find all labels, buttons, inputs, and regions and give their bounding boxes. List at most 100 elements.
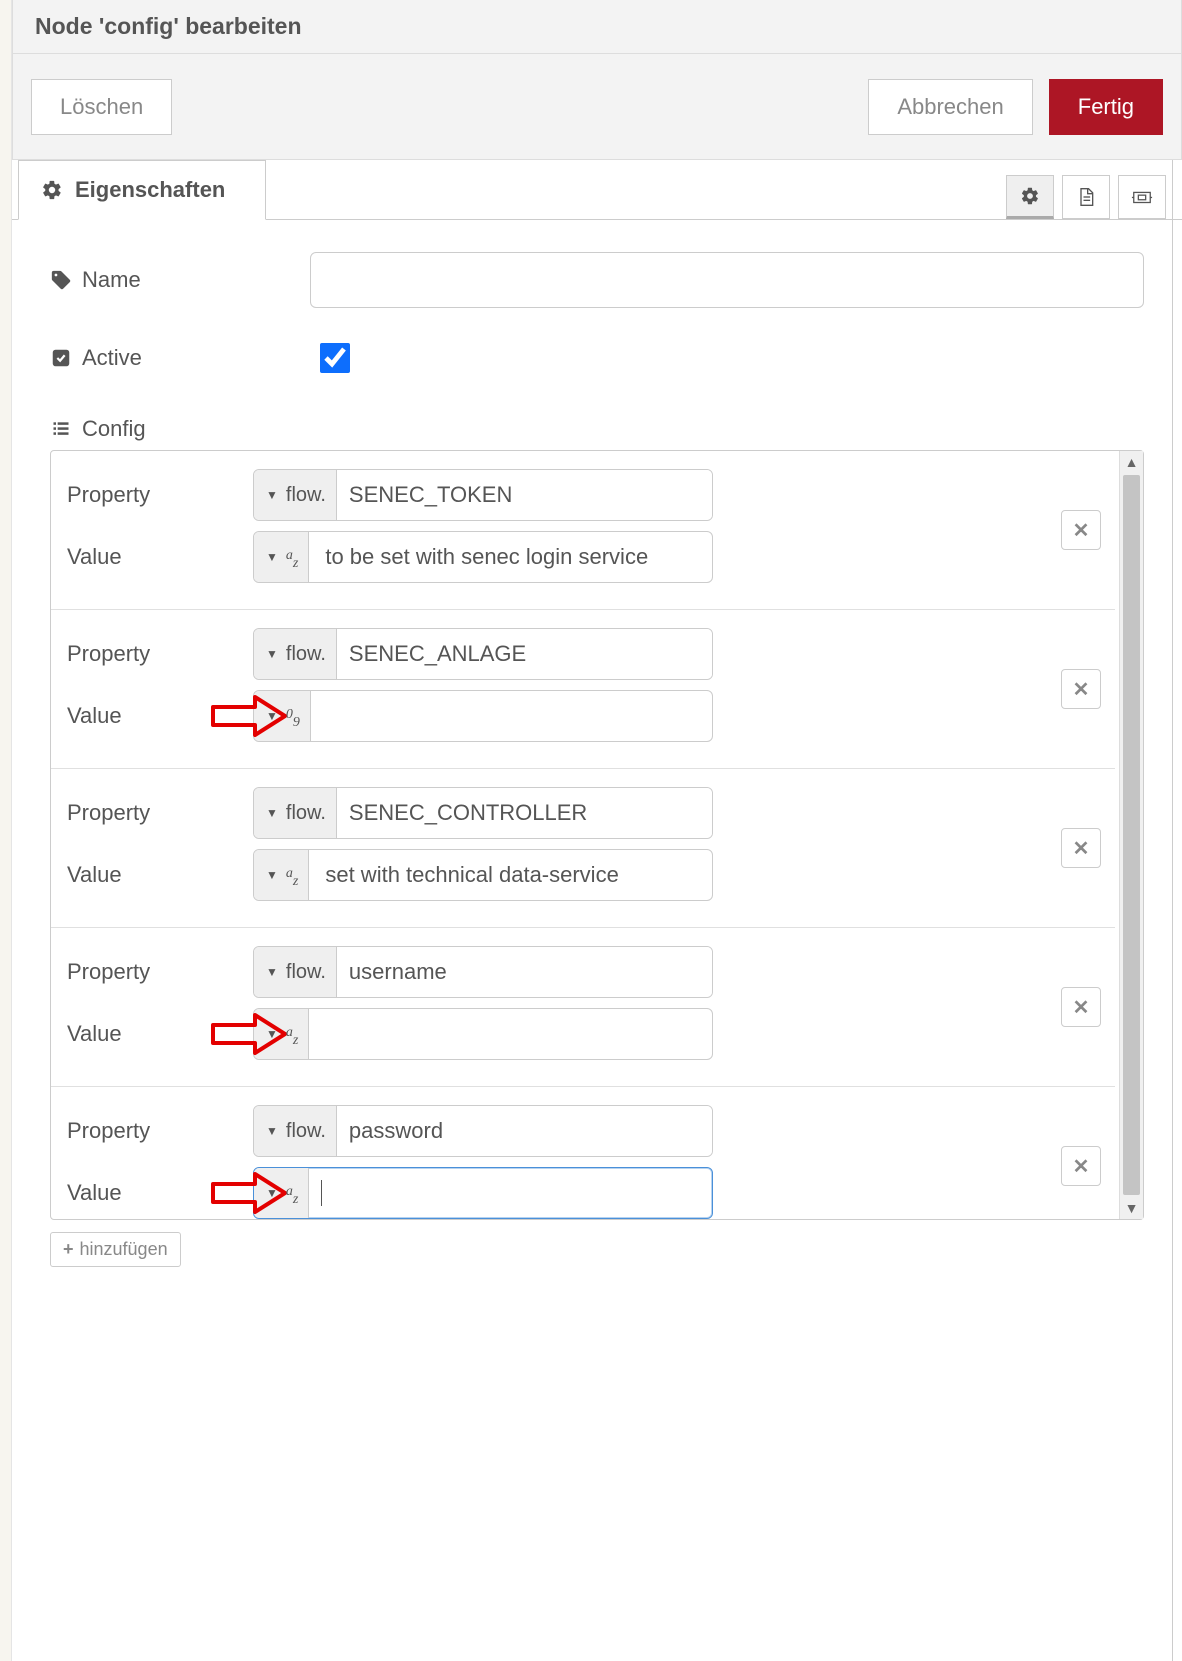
delete-button-label: Löschen [60, 94, 143, 120]
property-type-selector[interactable]: ▼ flow. [254, 947, 337, 997]
number-type-icon: 09 [286, 706, 300, 727]
value-type-selector[interactable]: ▼ az [254, 532, 309, 582]
close-icon: ✕ [1073, 677, 1090, 702]
value-type-selector[interactable]: ▼ az [254, 850, 309, 900]
caret-down-icon: ▼ [266, 550, 278, 564]
property-name-input[interactable] [337, 629, 712, 679]
edit-appearance-button[interactable] [1118, 175, 1166, 219]
property-typed-input[interactable]: ▼ flow. [253, 946, 713, 998]
tray-resize-handle[interactable] [1172, 0, 1182, 1661]
string-type-icon: az [286, 1183, 298, 1204]
scroll-thumb[interactable] [1123, 475, 1140, 1195]
property-label: Property [63, 1118, 253, 1144]
value-input-wrapper[interactable] [309, 1180, 712, 1206]
string-type-icon: az [286, 865, 298, 886]
property-scope-label: flow. [286, 484, 326, 507]
value-row: Value ▼ az [63, 847, 1103, 903]
property-scope-label: flow. [286, 802, 326, 825]
property-row: Property▼flow. [63, 467, 1103, 523]
tab-properties[interactable]: Eigenschaften [18, 160, 266, 220]
done-button-label: Fertig [1078, 94, 1134, 120]
value-typed-input[interactable]: ▼ az [253, 531, 713, 583]
value-typed-input[interactable]: ▼09 [253, 690, 713, 742]
value-label: Value [63, 1021, 253, 1047]
config-item: Property▼flow.Value▼09✕ [51, 610, 1115, 769]
edit-form: Name Active Confi [12, 222, 1172, 1661]
tray-title: Node 'config' bearbeiten [35, 13, 302, 40]
tray-titlebar: Node 'config' bearbeiten [12, 0, 1182, 54]
property-name-input[interactable] [337, 1106, 712, 1156]
value-label: Value [63, 703, 253, 729]
property-type-selector[interactable]: ▼flow. [254, 1106, 337, 1156]
name-input[interactable] [310, 252, 1144, 308]
label-active-text: Active [82, 345, 142, 371]
remove-item-button[interactable]: ✕ [1061, 510, 1101, 550]
tab-properties-label: Eigenschaften [75, 177, 225, 203]
property-name-input[interactable] [337, 947, 712, 997]
string-type-icon: az [286, 547, 298, 568]
gear-icon [41, 179, 63, 201]
caret-down-icon: ▼ [266, 868, 278, 882]
plus-icon: + [63, 1239, 74, 1260]
property-typed-input[interactable]: ▼flow. [253, 628, 713, 680]
value-row: Value ▼ az [63, 529, 1103, 585]
remove-item-button[interactable]: ✕ [1061, 828, 1101, 868]
value-label: Value [63, 862, 253, 888]
property-name-input[interactable] [337, 788, 712, 838]
close-icon: ✕ [1073, 1154, 1090, 1179]
remove-item-button[interactable]: ✕ [1061, 669, 1101, 709]
value-label: Value [63, 1180, 253, 1206]
remove-item-button[interactable]: ✕ [1061, 1146, 1101, 1186]
config-item: Property▼flow.Value▼az✕ [51, 1087, 1115, 1219]
edit-description-button[interactable] [1062, 175, 1110, 219]
label-config-text: Config [82, 416, 146, 442]
caret-down-icon: ▼ [266, 1124, 278, 1138]
property-type-selector[interactable]: ▼flow. [254, 470, 337, 520]
value-row: Value▼09 [63, 688, 1103, 744]
property-type-selector[interactable]: ▼flow. [254, 629, 337, 679]
property-label: Property [63, 641, 253, 667]
label-active: Active [50, 345, 310, 371]
value-input[interactable] [321, 1021, 700, 1047]
value-input[interactable] [322, 1180, 700, 1206]
property-scope-label: flow. [286, 643, 326, 666]
cancel-button[interactable]: Abbrechen [868, 79, 1032, 135]
red-arrow-icon [209, 1170, 289, 1216]
config-item: Property▼flow.Value▼az✕ [51, 928, 1115, 1087]
value-typed-input[interactable]: ▼az [253, 1008, 713, 1060]
red-arrow-icon [209, 1011, 289, 1057]
value-typed-input[interactable]: ▼ az [253, 849, 713, 901]
property-scope-label: flow. [286, 961, 326, 984]
value-input-wrapper[interactable] [309, 1021, 712, 1047]
property-typed-input[interactable]: ▼flow. [253, 1105, 713, 1157]
scroll-down-arrow[interactable]: ▼ [1120, 1197, 1143, 1219]
config-scrollbar[interactable]: ▲ ▼ [1119, 451, 1143, 1219]
config-item: Property▼flow.Value▼az✕ [51, 769, 1115, 928]
scroll-up-arrow[interactable]: ▲ [1120, 451, 1143, 473]
value-row: Value▼az [63, 1165, 1103, 1219]
row-active: Active [50, 340, 1144, 376]
value-label: Value [63, 544, 253, 570]
done-button[interactable]: Fertig [1049, 79, 1163, 135]
string-type-icon: az [286, 1024, 298, 1045]
property-typed-input[interactable]: ▼flow. [253, 469, 713, 521]
value-input[interactable] [321, 862, 700, 888]
active-checkbox[interactable] [320, 343, 350, 373]
edit-properties-button[interactable] [1006, 175, 1054, 219]
close-icon: ✕ [1073, 836, 1090, 861]
close-icon: ✕ [1073, 518, 1090, 543]
property-type-selector[interactable]: ▼flow. [254, 788, 337, 838]
value-input-wrapper[interactable] [309, 862, 712, 888]
property-name-input[interactable] [337, 470, 712, 520]
property-typed-input[interactable]: ▼flow. [253, 787, 713, 839]
value-input[interactable] [321, 544, 700, 570]
value-input-wrapper[interactable] [311, 703, 712, 729]
canvas-edge [0, 0, 12, 1661]
delete-button[interactable]: Löschen [31, 79, 172, 135]
value-input-wrapper[interactable] [309, 544, 712, 570]
caret-down-icon: ▼ [266, 965, 278, 979]
add-item-button[interactable]: + hinzufügen [50, 1232, 181, 1267]
remove-item-button[interactable]: ✕ [1061, 987, 1101, 1027]
value-input[interactable] [323, 703, 700, 729]
value-typed-input[interactable]: ▼az [253, 1167, 713, 1219]
